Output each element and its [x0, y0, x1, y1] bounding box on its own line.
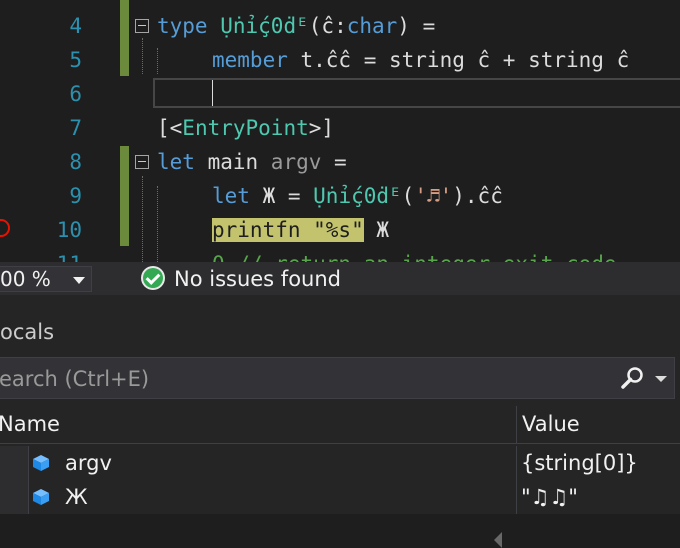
column-divider[interactable]: [516, 406, 517, 443]
line-number: 6: [69, 82, 82, 106]
variable-value[interactable]: "♫♫": [521, 483, 578, 511]
indent-guide: [157, 48, 158, 74]
column-divider: [516, 446, 517, 480]
zoom-value: 00 %: [0, 267, 51, 291]
code-line-9: let Ж = Ụṅỉḉ0ḋᴱ('♬').ĉĉ: [212, 184, 503, 208]
code-line-10: printfn "%s" Ж: [212, 218, 390, 242]
line-number: 9: [69, 184, 82, 208]
line-number: 7: [69, 116, 82, 140]
table-row[interactable]: Ж "♫♫": [0, 480, 680, 514]
code-line-4: type Ụṅỉḉ0ḋᴱ(ĉ:char) =: [157, 14, 436, 38]
search-placeholder: earch (Ctrl+E): [0, 367, 150, 391]
line-number: 8: [69, 150, 82, 174]
code-line-7: [<EntryPoint>]: [157, 116, 335, 140]
variable-icon: [33, 489, 49, 505]
code-line-5: member t.ĉĉ = string ĉ + string ĉ: [212, 48, 630, 72]
column-divider: [516, 480, 517, 514]
collapse-icon[interactable]: [135, 155, 149, 169]
zoom-dropdown[interactable]: 00 %: [0, 266, 92, 292]
code-editor[interactable]: 4 5 6 7 8 9 10 11 type Ụṅỉḉ0ḋᴱ(ĉ:char) =…: [0, 0, 680, 262]
indent-guide: [142, 38, 143, 74]
column-name-header[interactable]: Name: [0, 412, 60, 436]
row-gutter: [0, 446, 29, 480]
indent-guide: [157, 186, 158, 262]
search-options-dropdown[interactable]: [655, 376, 667, 382]
text-caret: [212, 80, 213, 106]
code-line-11: 0 // return an integer exit code: [212, 247, 617, 262]
current-statement-highlight: printfn "%s": [212, 218, 364, 242]
chevron-down-icon: [73, 277, 85, 284]
row-gutter: [0, 480, 29, 514]
search-icon[interactable]: [621, 366, 645, 390]
column-value-header[interactable]: Value: [522, 412, 580, 436]
change-marker-bar: [120, 146, 129, 246]
issues-status[interactable]: No issues found: [174, 265, 341, 293]
variable-name: Ж: [65, 485, 88, 509]
table-row[interactable]: argv {string[0]}: [0, 446, 680, 480]
line-number: 4: [69, 14, 82, 38]
search-input[interactable]: earch (Ctrl+E): [0, 357, 675, 399]
variable-value[interactable]: {string[0]}: [521, 449, 638, 477]
current-line-highlight: [153, 78, 680, 108]
check-circle-icon: [141, 266, 165, 290]
collapse-icon[interactable]: [135, 19, 149, 33]
column-header: Name Value: [0, 406, 680, 444]
indent-guide: [142, 176, 143, 262]
change-marker-bar: [120, 0, 129, 76]
panel-title: ocals: [0, 320, 55, 344]
line-number: 5: [69, 48, 82, 72]
line-number: 11: [0, 247, 82, 262]
line-number: 10: [56, 218, 82, 242]
variable-name: argv: [65, 451, 112, 475]
variable-icon: [33, 455, 49, 471]
code-line-8: let main argv =: [157, 150, 347, 174]
scroll-left-icon[interactable]: [494, 532, 502, 548]
